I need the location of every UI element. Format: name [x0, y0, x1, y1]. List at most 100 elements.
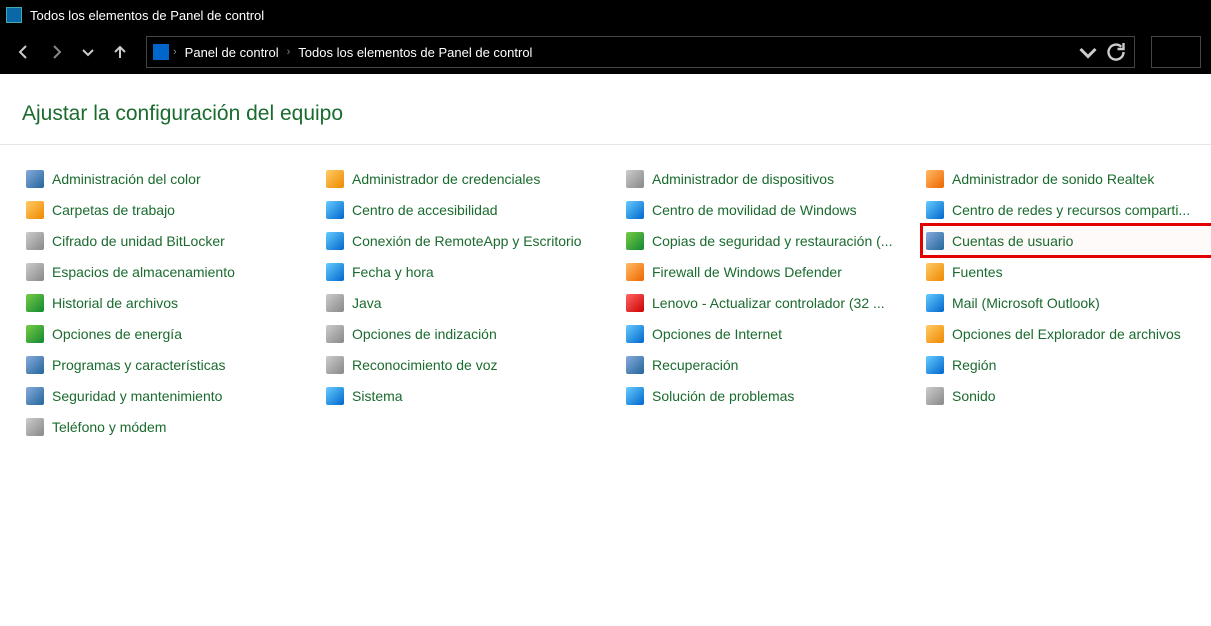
column-2: Administrador de dispositivos Centro de m…: [622, 163, 922, 442]
item-sound-icon: [926, 387, 944, 405]
item-indexing-options-icon: [326, 325, 344, 343]
item-sound-label: Sonido: [952, 388, 996, 404]
address-dropdown-button[interactable]: [1076, 40, 1100, 64]
item-phone-modem-icon: [26, 418, 44, 436]
item-network-sharing-label: Centro de redes y recursos comparti...: [952, 202, 1190, 218]
item-user-accounts-icon: [926, 232, 944, 250]
item-bitlocker[interactable]: Cifrado de unidad BitLocker: [22, 225, 322, 256]
item-security-maintenance[interactable]: Seguridad y mantenimiento: [22, 380, 322, 411]
item-color-management-label: Administración del color: [52, 171, 201, 187]
column-1: Administrador de credenciales Centro de a…: [322, 163, 622, 442]
item-backup-restore-label: Copias de seguridad y restauración (...: [652, 233, 892, 249]
item-fonts[interactable]: Fuentes: [922, 256, 1211, 287]
item-indexing-options[interactable]: Opciones de indización: [322, 318, 622, 349]
item-date-time-icon: [326, 263, 344, 281]
item-credential-manager-icon: [326, 170, 344, 188]
item-file-history[interactable]: Historial de archivos: [22, 287, 322, 318]
item-network-sharing-icon: [926, 201, 944, 219]
item-file-history-icon: [26, 294, 44, 312]
recent-button[interactable]: [74, 38, 102, 66]
item-remoteapp-label: Conexión de RemoteApp y Escritorio: [352, 233, 582, 249]
item-mobility-center-label: Centro de movilidad de Windows: [652, 202, 857, 218]
item-network-sharing[interactable]: Centro de redes y recursos comparti...: [922, 194, 1211, 225]
chevron-right-icon: ›: [287, 46, 291, 58]
item-realtek-audio[interactable]: Administrador de sonido Realtek: [922, 163, 1211, 194]
item-work-folders-label: Carpetas de trabajo: [52, 202, 175, 218]
control-panel-icon: [153, 44, 169, 60]
item-date-time[interactable]: Fecha y hora: [322, 256, 622, 287]
back-button[interactable]: [10, 38, 38, 66]
item-realtek-audio-label: Administrador de sonido Realtek: [952, 171, 1154, 187]
column-3: Administrador de sonido Realtek Centro de…: [922, 163, 1211, 442]
item-realtek-audio-icon: [926, 170, 944, 188]
item-phone-modem-label: Teléfono y módem: [52, 419, 166, 435]
item-firewall-icon: [626, 263, 644, 281]
item-security-maintenance-label: Seguridad y mantenimiento: [52, 388, 222, 404]
item-backup-restore-icon: [626, 232, 644, 250]
item-fonts-label: Fuentes: [952, 264, 1003, 280]
item-phone-modem[interactable]: Teléfono y módem: [22, 411, 322, 442]
item-backup-restore[interactable]: Copias de seguridad y restauración (...: [622, 225, 922, 256]
item-firewall[interactable]: Firewall de Windows Defender: [622, 256, 922, 287]
item-work-folders[interactable]: Carpetas de trabajo: [22, 194, 322, 225]
forward-button[interactable]: [42, 38, 70, 66]
item-storage-spaces[interactable]: Espacios de almacenamiento: [22, 256, 322, 287]
arrow-left-icon: [16, 44, 32, 60]
item-lenovo-update[interactable]: Lenovo - Actualizar controlador (32 ...: [622, 287, 922, 318]
item-ease-of-access[interactable]: Centro de accesibilidad: [322, 194, 622, 225]
item-speech[interactable]: Reconocimiento de voz: [322, 349, 622, 380]
item-mail-outlook-icon: [926, 294, 944, 312]
arrow-right-icon: [48, 44, 64, 60]
item-region[interactable]: Región: [922, 349, 1211, 380]
item-user-accounts[interactable]: Cuentas de usuario: [922, 225, 1211, 256]
refresh-icon: [1104, 40, 1128, 64]
navbar: › Panel de control › Todos los elementos…: [0, 30, 1211, 74]
item-bitlocker-icon: [26, 232, 44, 250]
item-explorer-options-icon: [926, 325, 944, 343]
arrow-up-icon: [112, 44, 128, 60]
search-input[interactable]: [1151, 36, 1201, 68]
content-area: Ajustar la configuración del equipo Admi…: [0, 74, 1211, 442]
item-bitlocker-label: Cifrado de unidad BitLocker: [52, 233, 225, 249]
item-programs-features[interactable]: Programas y características: [22, 349, 322, 380]
breadcrumb-root[interactable]: Panel de control: [181, 43, 283, 62]
item-system-icon: [326, 387, 344, 405]
column-0: Administración del color Carpetas de trab…: [22, 163, 322, 442]
refresh-button[interactable]: [1104, 40, 1128, 64]
item-explorer-options[interactable]: Opciones del Explorador de archivos: [922, 318, 1211, 349]
item-color-management[interactable]: Administración del color: [22, 163, 322, 194]
item-recovery-icon: [626, 356, 644, 374]
item-internet-options[interactable]: Opciones de Internet: [622, 318, 922, 349]
item-internet-options-label: Opciones de Internet: [652, 326, 782, 342]
item-power-options[interactable]: Opciones de energía: [22, 318, 322, 349]
item-region-icon: [926, 356, 944, 374]
item-sound[interactable]: Sonido: [922, 380, 1211, 411]
item-java[interactable]: Java: [322, 287, 622, 318]
item-recovery[interactable]: Recuperación: [622, 349, 922, 380]
item-device-manager[interactable]: Administrador de dispositivos: [622, 163, 922, 194]
address-bar[interactable]: › Panel de control › Todos los elementos…: [146, 36, 1135, 68]
up-button[interactable]: [106, 38, 134, 66]
item-power-options-icon: [26, 325, 44, 343]
item-troubleshooting-icon: [626, 387, 644, 405]
items-grid: Administración del color Carpetas de trab…: [22, 145, 1189, 442]
item-system[interactable]: Sistema: [322, 380, 622, 411]
breadcrumb-current[interactable]: Todos los elementos de Panel de control: [294, 43, 536, 62]
item-indexing-options-label: Opciones de indización: [352, 326, 497, 342]
item-mobility-center-icon: [626, 201, 644, 219]
page-title: Ajustar la configuración del equipo: [22, 102, 1189, 126]
item-mobility-center[interactable]: Centro de movilidad de Windows: [622, 194, 922, 225]
item-speech-icon: [326, 356, 344, 374]
item-remoteapp[interactable]: Conexión de RemoteApp y Escritorio: [322, 225, 622, 256]
item-programs-features-icon: [26, 356, 44, 374]
item-troubleshooting[interactable]: Solución de problemas: [622, 380, 922, 411]
item-region-label: Región: [952, 357, 996, 373]
control-panel-icon: [6, 7, 22, 23]
item-programs-features-label: Programas y características: [52, 357, 226, 373]
item-credential-manager[interactable]: Administrador de credenciales: [322, 163, 622, 194]
item-credential-manager-label: Administrador de credenciales: [352, 171, 540, 187]
item-security-maintenance-icon: [26, 387, 44, 405]
item-file-history-label: Historial de archivos: [52, 295, 178, 311]
item-java-icon: [326, 294, 344, 312]
item-mail-outlook[interactable]: Mail (Microsoft Outlook): [922, 287, 1211, 318]
